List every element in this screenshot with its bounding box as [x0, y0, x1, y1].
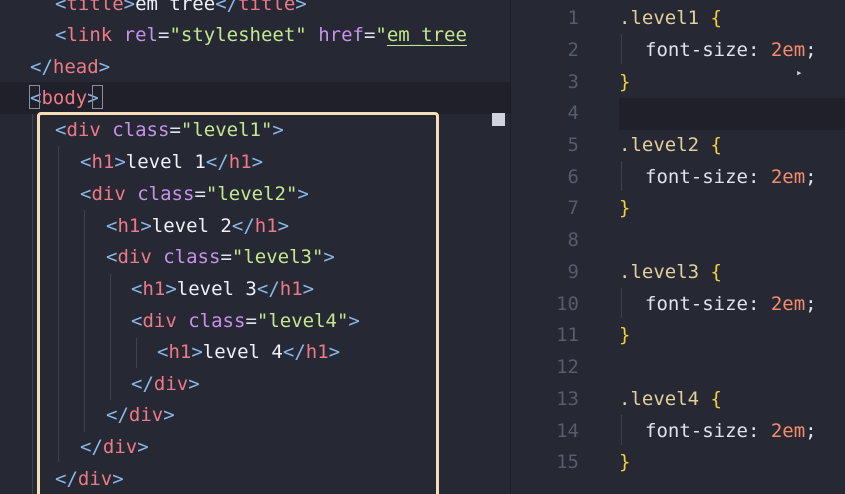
code-token: "	[375, 24, 387, 46]
line-number: 7	[567, 197, 579, 219]
line-number: 8	[567, 229, 579, 251]
code-token: 2em	[770, 293, 806, 315]
line-number: 9	[567, 261, 579, 283]
code-token: font-size	[645, 420, 748, 442]
code-token: >	[295, 0, 307, 15]
code-line[interactable]: font-size: 2em;	[645, 34, 817, 66]
line-number: 2	[567, 39, 579, 61]
code-token: }	[619, 71, 631, 93]
bracket-match-marker	[29, 85, 40, 109]
mouse-pointer-icon: ▸	[796, 66, 803, 79]
code-token: }	[619, 197, 631, 219]
code-token: .level1	[619, 7, 700, 29]
code-token: =	[363, 24, 376, 46]
code-token: <	[55, 0, 67, 15]
code-token: :	[747, 293, 771, 315]
code-token: }	[619, 451, 631, 473]
line-number: 4	[567, 102, 579, 124]
code-token: :	[747, 420, 771, 442]
indent-guide	[621, 34, 622, 64]
code-token: title	[66, 0, 124, 15]
code-token: 2em	[770, 39, 806, 61]
code-token: head	[52, 56, 99, 78]
code-line[interactable]: font-size: 2em;	[645, 161, 817, 193]
indent-guide	[621, 288, 622, 318]
css-editor-pane[interactable]: 1 2 3 4 5 6 7 8 9 10 11 12 13 14 15 .lev…	[511, 0, 845, 494]
code-line[interactable]: .level1 {	[619, 2, 722, 34]
line-number: 14	[556, 420, 579, 442]
line-number: 12	[556, 356, 579, 378]
selection-highlight-box	[37, 112, 439, 494]
code-token: 2em	[770, 166, 806, 188]
code-line[interactable]: <title>em tree</title>	[55, 0, 307, 20]
code-token: }	[619, 324, 631, 346]
code-token: </	[30, 56, 53, 78]
code-token: em tree	[135, 0, 216, 15]
code-line[interactable]: .level2 {	[619, 129, 722, 161]
code-token: ;	[805, 39, 817, 61]
code-token: ;	[805, 420, 817, 442]
line-number: 6	[567, 166, 579, 188]
code-line[interactable]: <body>	[30, 82, 99, 114]
code-line[interactable]: .level3 {	[619, 256, 722, 288]
text-cursor-icon	[492, 113, 505, 126]
code-line[interactable]: </head>	[30, 51, 110, 83]
code-token: ;	[805, 293, 817, 315]
code-line[interactable]: font-size: 2em;	[645, 415, 817, 447]
code-token: :	[747, 166, 771, 188]
line-number: 11	[556, 324, 579, 346]
code-token: font-size	[645, 293, 748, 315]
line-number: 1	[567, 7, 579, 29]
line-number: 5	[567, 134, 579, 156]
code-token: :	[747, 39, 771, 61]
line-number: 3	[567, 71, 579, 93]
code-line[interactable]: }	[619, 446, 630, 478]
code-token: >	[123, 0, 136, 15]
indent-guide	[621, 161, 622, 191]
line-number: 10	[556, 293, 579, 315]
code-token: <	[55, 24, 67, 46]
code-token: "stylesheet"	[169, 24, 307, 46]
code-token: {	[710, 388, 722, 410]
code-token: title	[238, 0, 296, 15]
code-token: em_tree	[386, 24, 467, 46]
code-token: font-size	[645, 166, 748, 188]
code-token: .level3	[619, 261, 700, 283]
code-line[interactable]: }	[619, 66, 630, 98]
code-token: .level4	[619, 388, 700, 410]
code-token: font-size	[645, 39, 748, 61]
code-token: ;	[805, 166, 817, 188]
code-token: 2em	[770, 420, 806, 442]
bracket-match-marker	[92, 85, 103, 109]
code-token: {	[710, 134, 722, 156]
code-line[interactable]: }	[619, 319, 630, 351]
current-line-highlight	[619, 98, 845, 130]
code-token: >	[98, 56, 111, 78]
code-token: .level2	[619, 134, 700, 156]
code-token: </	[215, 0, 239, 15]
code-token: href	[318, 24, 364, 46]
code-line[interactable]: .level4 {	[619, 383, 722, 415]
html-editor-pane[interactable]: <title>em tree</title> <link rel="styles…	[0, 0, 510, 494]
indent-guide	[32, 114, 33, 494]
indent-guide	[621, 415, 622, 445]
code-token: {	[710, 261, 722, 283]
line-number: 15	[556, 451, 579, 473]
code-line[interactable]: font-size: 2em;	[645, 288, 817, 320]
code-line[interactable]: }	[619, 192, 630, 224]
line-number: 13	[556, 388, 579, 410]
code-token: {	[710, 7, 722, 29]
code-token: =	[158, 24, 170, 46]
code-token: body	[41, 87, 88, 109]
code-token: link	[66, 24, 113, 46]
code-token: rel	[123, 24, 158, 46]
code-line[interactable]: <link rel="stylesheet" href="em_tree	[55, 19, 467, 51]
